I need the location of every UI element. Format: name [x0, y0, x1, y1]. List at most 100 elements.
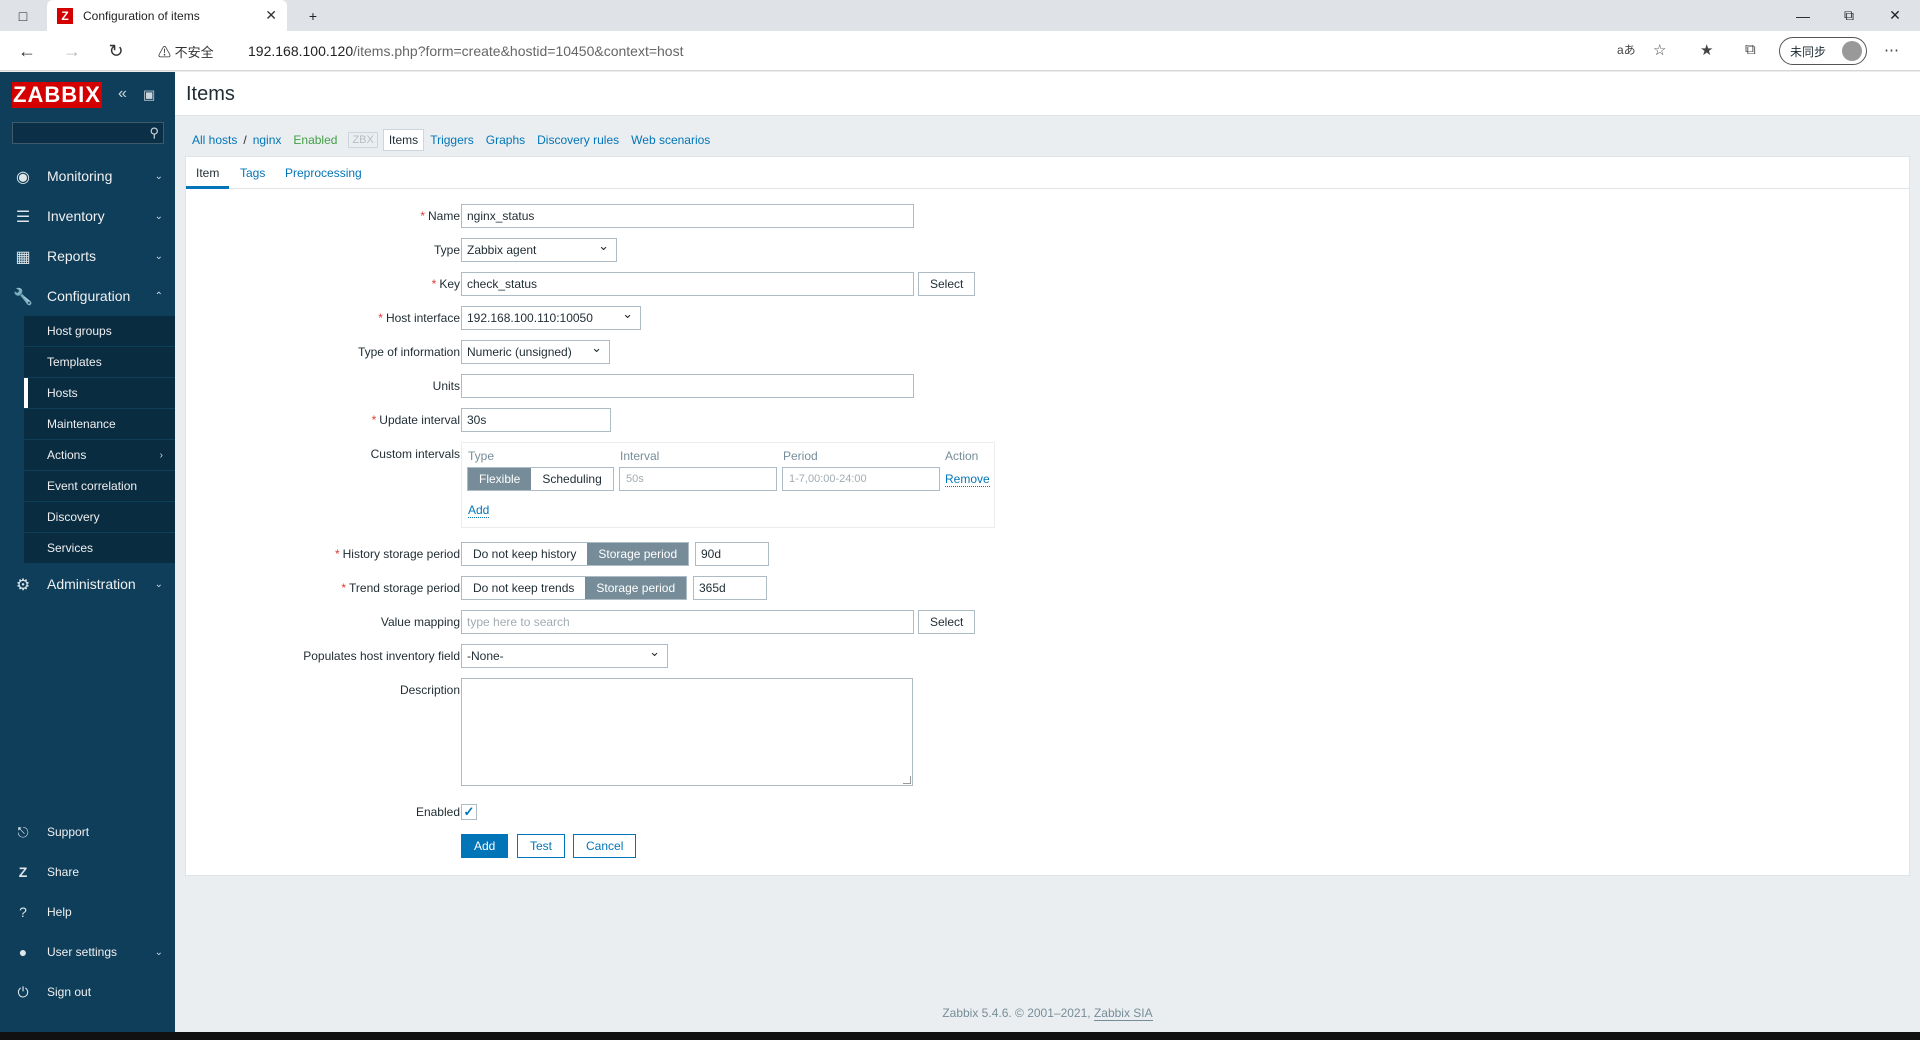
collections-icon[interactable]: ⧉	[1745, 41, 1756, 58]
menu-label: Inventory	[47, 208, 105, 224]
inventory-field-select[interactable]: -None-	[461, 641, 668, 668]
profile-sync-button[interactable]: 未同步	[1779, 37, 1867, 65]
close-window-icon[interactable]: ✕	[1872, 0, 1918, 31]
host-interface-select[interactable]: 192.168.100.110:10050	[461, 303, 641, 330]
ci-period-input[interactable]: 1-7,00:00-24:00	[782, 467, 940, 491]
required-marker: *	[371, 413, 377, 427]
sidebar-search-input[interactable]: ⚲	[12, 122, 164, 144]
menu-monitoring[interactable]: ◉ Monitoring ⌄	[0, 156, 175, 196]
value-mapping-select-button[interactable]: Select	[918, 610, 976, 634]
required-marker: *	[431, 277, 437, 291]
close-tab-icon[interactable]: ✕	[265, 7, 277, 24]
menu-share[interactable]: Z Share	[0, 852, 175, 892]
favorites-icon[interactable]: ★	[1700, 41, 1713, 59]
sidebar-item-maintenance[interactable]: Maintenance	[0, 409, 175, 440]
breadcrumb-web-scenarios[interactable]: Web scenarios	[625, 129, 716, 151]
menu-configuration[interactable]: 🔧 Configuration ⌃	[0, 276, 175, 316]
tab-tags[interactable]: Tags	[230, 157, 275, 189]
reload-icon[interactable]: ↻	[104, 39, 128, 63]
sidebar-item-discovery[interactable]: Discovery	[0, 502, 175, 533]
search-icon[interactable]: ⚲	[149, 125, 159, 141]
trend-storage-input[interactable]: 365d	[693, 576, 767, 600]
zabbix-logo[interactable]: ZABBIX	[12, 82, 102, 108]
footer-zabbix-sia-link[interactable]: Zabbix SIA	[1093, 1006, 1153, 1021]
row-type: Type Zabbix agent	[186, 235, 1909, 262]
menu-label: Administration	[47, 576, 136, 592]
sidebar-item-templates[interactable]: Templates	[0, 347, 175, 378]
breadcrumb-triggers[interactable]: Triggers	[424, 129, 480, 151]
item-form-card: Item Tags Preprocessing * Name nginx_stat…	[185, 156, 1910, 876]
ci-add-link[interactable]: Add	[468, 503, 490, 518]
menu-label: Sign out	[47, 985, 92, 999]
add-favorite-icon[interactable]: ☆	[1653, 41, 1666, 59]
history-storage-input[interactable]: 90d	[695, 542, 769, 566]
sidebar-item-event-correlation[interactable]: Event correlation	[0, 471, 175, 502]
breadcrumb-discovery-rules[interactable]: Discovery rules	[531, 129, 625, 151]
row-description: Description	[186, 678, 1909, 788]
tab-preprocessing[interactable]: Preprocessing	[275, 157, 372, 189]
units-input[interactable]	[461, 374, 914, 398]
menu-reports[interactable]: ▦ Reports ⌄	[0, 236, 175, 276]
menu-administration[interactable]: ⚙ Administration ⌄	[0, 564, 175, 604]
menu-inventory[interactable]: ☰ Inventory ⌄	[0, 196, 175, 236]
history-storage-toggle: Do not keep history Storage period	[461, 542, 690, 566]
sidebar-item-services[interactable]: Services	[0, 533, 175, 564]
security-warning[interactable]: ⚠ 不安全	[158, 42, 214, 61]
add-button[interactable]: Add	[461, 834, 509, 858]
trend-storage-period-option[interactable]: Storage period	[585, 577, 687, 599]
enabled-checkbox[interactable]: ✓	[461, 804, 477, 820]
new-tab-icon[interactable]: +	[290, 0, 336, 31]
browser-tab[interactable]: Z Configuration of items ✕	[47, 0, 287, 31]
value-mapping-label: Value mapping	[380, 615, 460, 629]
label-text: Key	[439, 277, 460, 291]
history-storage-period-option[interactable]: Storage period	[587, 543, 689, 565]
restore-icon[interactable]: ⧉	[1826, 0, 1872, 31]
breadcrumb-host[interactable]: nginx	[247, 129, 288, 151]
row-name: * Name nginx_status	[186, 204, 1909, 228]
update-interval-input[interactable]: 30s	[461, 408, 611, 432]
sidebar-item-label: Actions	[47, 448, 87, 462]
ci-flexible-option[interactable]: Flexible	[468, 468, 532, 490]
ci-header-interval: Interval	[620, 449, 660, 463]
name-input[interactable]: nginx_status	[461, 204, 914, 228]
ci-remove-link[interactable]: Remove	[945, 472, 990, 487]
key-select-button[interactable]: Select	[918, 272, 976, 296]
ci-scheduling-option[interactable]: Scheduling	[531, 468, 613, 490]
minimize-icon[interactable]: —	[1780, 0, 1826, 31]
sidebar-item-actions[interactable]: Actions ›	[0, 440, 175, 471]
breadcrumb-items[interactable]: Items	[382, 129, 425, 151]
key-input[interactable]: check_status	[461, 272, 914, 296]
ci-interval-input[interactable]: 50s	[619, 467, 777, 491]
menu-support[interactable]: ⎋ Support	[0, 812, 175, 852]
cancel-button[interactable]: Cancel	[573, 834, 637, 858]
translate-icon[interactable]: aあ	[1617, 41, 1636, 58]
breadcrumb-all-hosts[interactable]: All hosts	[186, 129, 243, 151]
sidebar-item-hosts[interactable]: Hosts	[0, 378, 175, 409]
type-select[interactable]: Zabbix agent	[461, 235, 617, 262]
type-of-information-select[interactable]: Numeric (unsigned)	[461, 337, 610, 364]
url-field[interactable]: 192.168.100.120/items.php?form=create&ho…	[248, 43, 683, 59]
forward-icon[interactable]: →	[60, 39, 84, 63]
menu-sign-out[interactable]: ⏻ Sign out	[0, 972, 175, 1012]
test-button[interactable]: Test	[517, 834, 566, 858]
description-textarea[interactable]	[461, 678, 913, 786]
menu-user-settings[interactable]: ● User settings ⌄	[0, 932, 175, 972]
tab-item[interactable]: Item	[186, 157, 230, 189]
host-status-badge[interactable]: Enabled	[287, 129, 343, 151]
breadcrumb-graphs[interactable]: Graphs	[480, 129, 531, 151]
menu-help[interactable]: ? Help	[0, 892, 175, 932]
tab-actions-icon[interactable]: □	[0, 0, 46, 31]
collapse-sidebar-icon[interactable]: «	[118, 85, 127, 103]
back-icon[interactable]: ←	[15, 39, 39, 63]
history-do-not-keep-option[interactable]: Do not keep history	[462, 543, 588, 565]
more-icon[interactable]: ⋯	[1884, 41, 1899, 59]
trend-do-not-keep-option[interactable]: Do not keep trends	[462, 577, 586, 599]
description-label: Description	[399, 683, 460, 697]
value-mapping-input[interactable]: type here to search	[461, 610, 914, 634]
units-label: Units	[432, 379, 460, 393]
ci-header-action: Action	[945, 449, 979, 463]
kiosk-mode-icon[interactable]: ▣	[143, 87, 155, 103]
sidebar-item-host-groups[interactable]: Host groups	[0, 316, 175, 347]
menu-label: Reports	[47, 248, 97, 264]
row-enabled: Enabled ✓	[186, 800, 1909, 824]
